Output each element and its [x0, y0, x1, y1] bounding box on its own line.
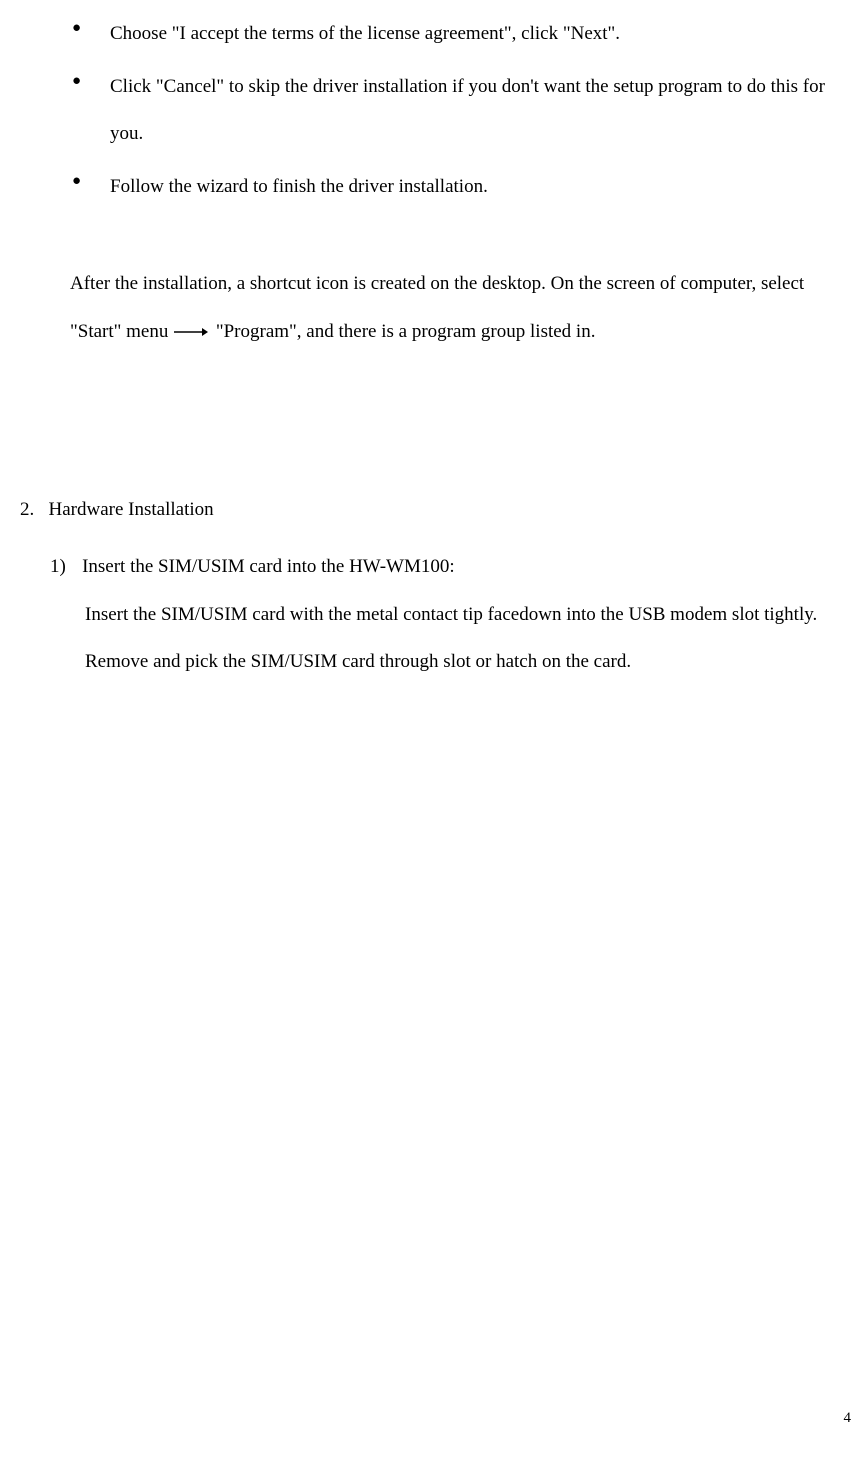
page-number: 4: [844, 1400, 852, 1438]
sub-item-body-2: Remove and pick the SIM/USIM card throug…: [85, 638, 838, 686]
section-title: Hardware Installation: [49, 499, 214, 520]
sub-item: 1) Insert the SIM/USIM card into the HW-…: [50, 543, 848, 591]
post-install-paragraph: After the installation, a shortcut icon …: [70, 260, 838, 356]
bullet-text: Click "Cancel" to skip the driver instal…: [110, 76, 825, 145]
bullet-list: Choose "I accept the terms of the licens…: [70, 10, 848, 210]
bullet-text: Follow the wizard to finish the driver i…: [110, 176, 488, 197]
bullet-text: Choose "I accept the terms of the licens…: [110, 23, 620, 44]
sub-item-body-1: Insert the SIM/USIM card with the metal …: [85, 591, 838, 639]
bullet-item: Choose "I accept the terms of the licens…: [70, 10, 848, 58]
paragraph-part-2: "Program", and there is a program group …: [216, 321, 596, 342]
sub-item-title: Insert the SIM/USIM card into the HW-WM1…: [82, 556, 455, 577]
sub-item-number: 1): [50, 556, 66, 577]
section-number: 2.: [20, 499, 34, 520]
arrow-right-icon: [174, 308, 208, 356]
bullet-item: Follow the wizard to finish the driver i…: [70, 163, 848, 211]
section-heading: 2. Hardware Installation: [20, 486, 848, 534]
bullet-item: Click "Cancel" to skip the driver instal…: [70, 63, 848, 158]
